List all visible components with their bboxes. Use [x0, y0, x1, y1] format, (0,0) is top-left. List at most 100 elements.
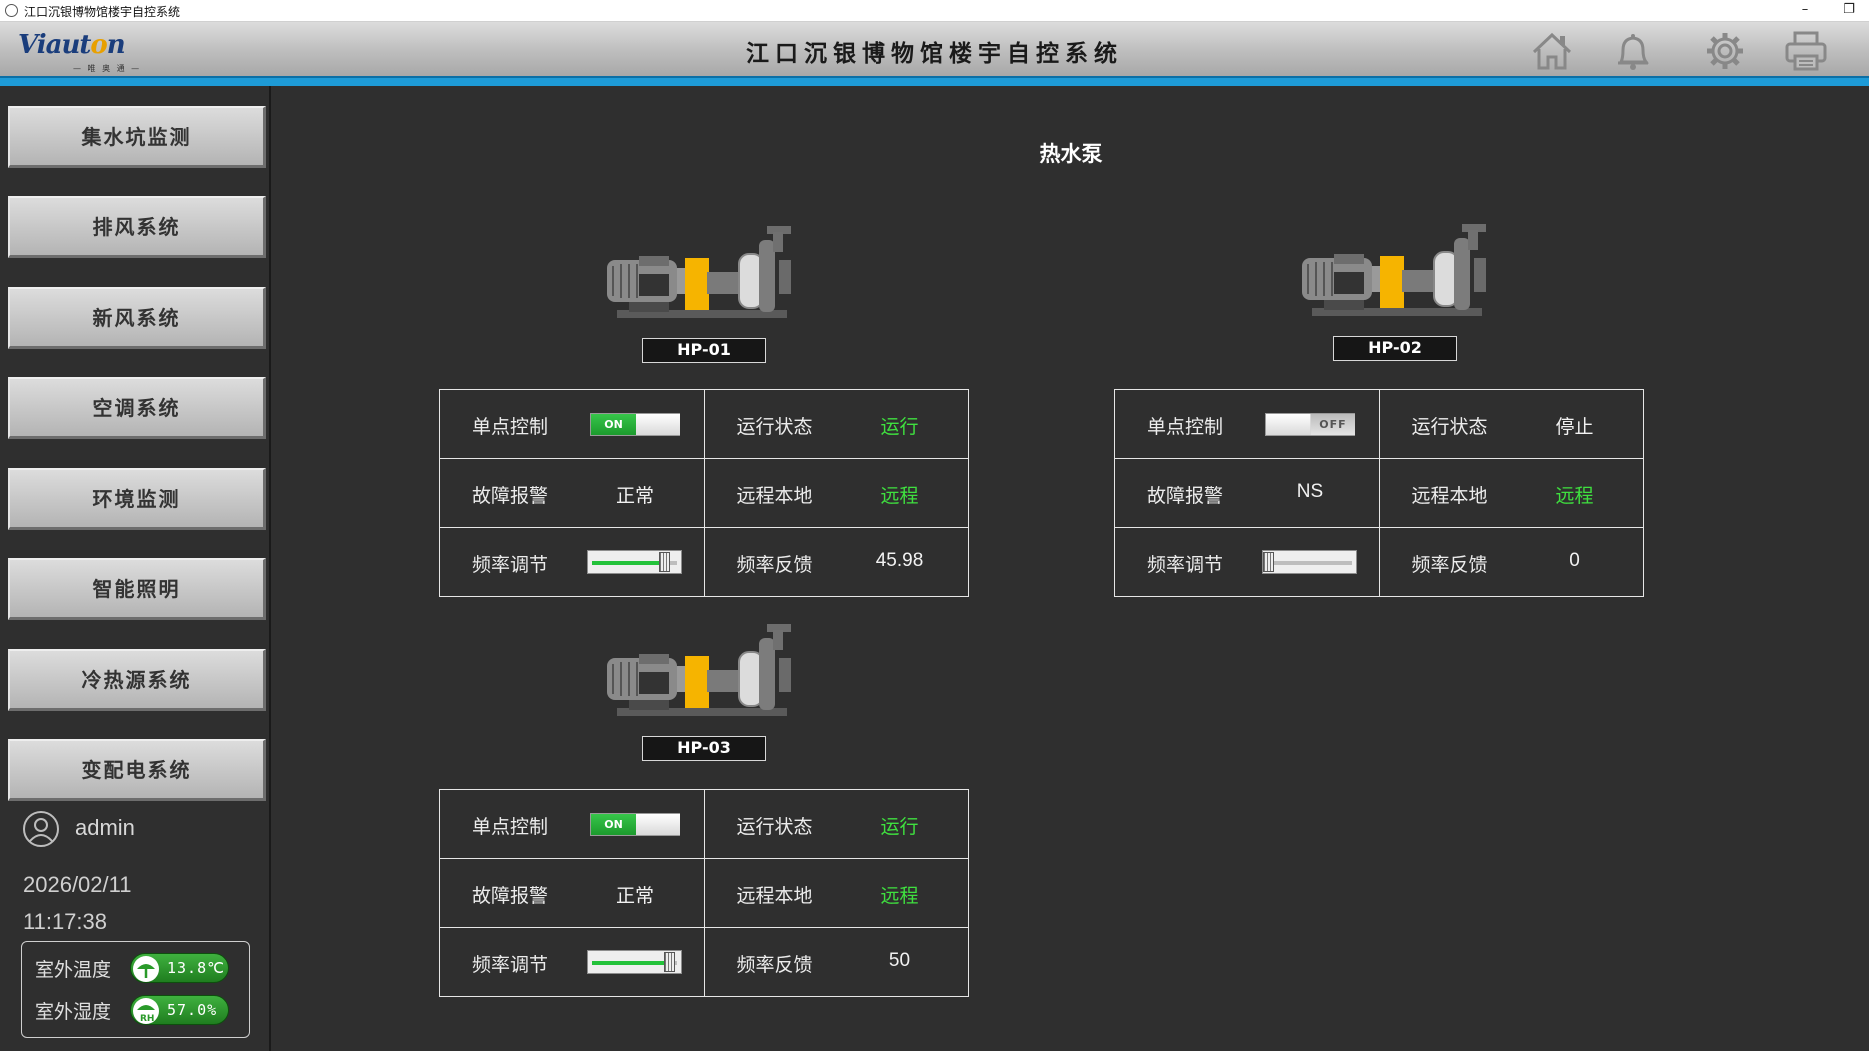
current-time: 11:17:38 [23, 909, 108, 934]
sidebar-item-hvac-system[interactable]: 空调系统 [8, 377, 266, 439]
fault-value: NS [1296, 481, 1324, 502]
run-state-cell: 运行状态 运行 [703, 789, 969, 859]
pump-image [599, 220, 799, 330]
sidebar-item-heat-cold-source[interactable]: 冷热源系统 [8, 649, 266, 711]
outdoor-temp-value: 13.8℃ [167, 959, 225, 977]
sidebar-item-power-distribution[interactable]: 变配电系统 [8, 739, 266, 801]
freq-feedback-label: 频率反馈 [1411, 555, 1488, 576]
remote-local-label: 远程本地 [736, 486, 813, 507]
freq-feedback-cell: 频率反馈 50 [703, 927, 969, 997]
remote-local-label: 远程本地 [1411, 486, 1488, 507]
home-icon[interactable] [1530, 30, 1574, 72]
fault-cell: 故障报警 NS [1114, 458, 1380, 528]
thermometer-icon [133, 956, 159, 982]
remote-local-cell: 远程本地 远程 [1378, 458, 1644, 528]
control-label: 单点控制 [472, 817, 549, 838]
pump-control-table: 单点控制 ON 运行状态 运行 故障报警 正常 远程本地 远程 频率调节 频率反馈 50 [439, 789, 969, 997]
freq-feedback-value: 0 [1569, 550, 1580, 571]
pump-image [1294, 218, 1494, 328]
run-state-label: 运行状态 [736, 417, 813, 438]
sidebar-item-smart-lighting[interactable]: 智能照明 [8, 558, 266, 620]
fault-label: 故障报警 [472, 886, 549, 907]
run-state-label: 运行状态 [736, 817, 813, 838]
remote-local-value: 远程 [880, 486, 919, 507]
freq-feedback-cell: 频率反馈 0 [1378, 527, 1644, 597]
current-date: 2026/02/11 [23, 872, 132, 897]
run-state-label: 运行状态 [1411, 417, 1488, 438]
printer-icon[interactable] [1784, 30, 1828, 72]
outdoor-humidity-value: 57.0% [167, 1001, 218, 1019]
toggle-state-label: ON [591, 414, 636, 435]
minimize-button[interactable]: – [1790, 1, 1820, 21]
os-title-bar: 江口沉银博物馆楼宇自控系统 – ❐ [0, 0, 1869, 22]
freq-setpoint-label: 频率调节 [1147, 555, 1224, 576]
pump-name-label: HP-02 [1333, 336, 1457, 361]
remote-local-value: 远程 [1555, 486, 1594, 507]
remote-local-label: 远程本地 [736, 886, 813, 907]
fault-label: 故障报警 [472, 486, 549, 507]
restore-button[interactable]: ❐ [1834, 1, 1864, 21]
freq-feedback-value: 45.98 [875, 550, 924, 571]
fault-cell: 故障报警 正常 [439, 458, 705, 528]
freq-feedback-label: 频率反馈 [736, 555, 813, 576]
main-content: 热水泵 HP-01 HP-02 HP-03 单点控制 ON 运行状态 运行 故障… [273, 86, 1869, 1051]
pump-control-table: 单点控制 ON 运行状态 运行 故障报警 正常 远程本地 远程 频率调节 频率反馈 45.… [439, 389, 969, 597]
control-cell: 单点控制 ON [439, 789, 705, 859]
sidebar-item-environment-monitoring[interactable]: 环境监测 [8, 468, 266, 530]
remote-local-value: 远程 [880, 886, 919, 907]
frequency-slider[interactable] [587, 550, 682, 574]
freq-setpoint-cell: 频率调节 [439, 527, 705, 597]
toggle-knob [636, 414, 680, 435]
control-cell: 单点控制 OFF [1114, 389, 1380, 459]
svg-text:RH: RH [140, 1014, 154, 1024]
remote-local-cell: 远程本地 远程 [703, 858, 969, 928]
freq-feedback-value: 50 [888, 950, 911, 971]
toggle-state-label: ON [591, 814, 636, 835]
slider-thumb[interactable] [659, 552, 670, 572]
control-toggle[interactable]: OFF [1265, 413, 1355, 436]
fault-label: 故障报警 [1147, 486, 1224, 507]
sidebar-item-exhaust-system[interactable]: 排风系统 [8, 196, 266, 258]
user-info: admin [22, 808, 262, 848]
freq-setpoint-cell: 频率调节 [439, 927, 705, 997]
user-avatar-icon [22, 810, 60, 848]
control-cell: 单点控制 ON [439, 389, 705, 459]
sidebar-item-fresh-air-system[interactable]: 新风系统 [8, 287, 266, 349]
window-title: 江口沉银博物馆楼宇自控系统 [24, 5, 181, 19]
frequency-slider[interactable] [587, 950, 682, 974]
control-label: 单点控制 [472, 417, 549, 438]
sidebar-item-sump-monitoring[interactable]: 集水坑监测 [8, 106, 266, 168]
toggle-state-label: OFF [1311, 414, 1355, 435]
username: admin [75, 815, 135, 840]
control-label: 单点控制 [1147, 417, 1224, 438]
bell-icon[interactable] [1611, 30, 1655, 72]
pump-name-label: HP-03 [642, 736, 766, 761]
slider-fill [592, 561, 661, 565]
run-state-cell: 运行状态 运行 [703, 389, 969, 459]
outdoor-temp-label: 室外温度 [35, 959, 112, 981]
run-state-cell: 运行状态 停止 [1378, 389, 1644, 459]
fault-value: 正常 [615, 486, 654, 507]
freq-feedback-cell: 频率反馈 45.98 [703, 527, 969, 597]
freq-setpoint-label: 频率调节 [472, 955, 549, 976]
control-toggle[interactable]: ON [590, 813, 680, 836]
slider-thumb[interactable] [1263, 552, 1274, 572]
frequency-slider[interactable] [1262, 550, 1357, 574]
humidity-icon: RH [133, 998, 159, 1024]
outdoor-humidity-badge: RH 57.0% [130, 995, 229, 1025]
freq-setpoint-cell: 频率调节 [1114, 527, 1380, 597]
pump-control-table: 单点控制 OFF 运行状态 停止 故障报警 NS 远程本地 远程 频率调节 频率反馈 0 [1114, 389, 1644, 597]
outdoor-temp-badge: 13.8℃ [130, 953, 229, 983]
outdoor-weather-panel: 室外温度 13.8℃ 室外湿度 RH 57.0% [21, 941, 250, 1038]
app-title: 江口沉银博物馆楼宇自控系统 [746, 40, 1123, 67]
slider-thumb[interactable] [664, 952, 675, 972]
fault-value: 正常 [615, 886, 654, 907]
control-toggle[interactable]: ON [590, 413, 680, 436]
remote-local-cell: 远程本地 远程 [703, 458, 969, 528]
toggle-knob [636, 814, 680, 835]
run-state-value: 运行 [880, 817, 919, 838]
gear-icon[interactable] [1703, 30, 1747, 72]
freq-setpoint-label: 频率调节 [472, 555, 549, 576]
run-state-value: 停止 [1555, 417, 1594, 438]
pump-name-label: HP-01 [642, 338, 766, 363]
